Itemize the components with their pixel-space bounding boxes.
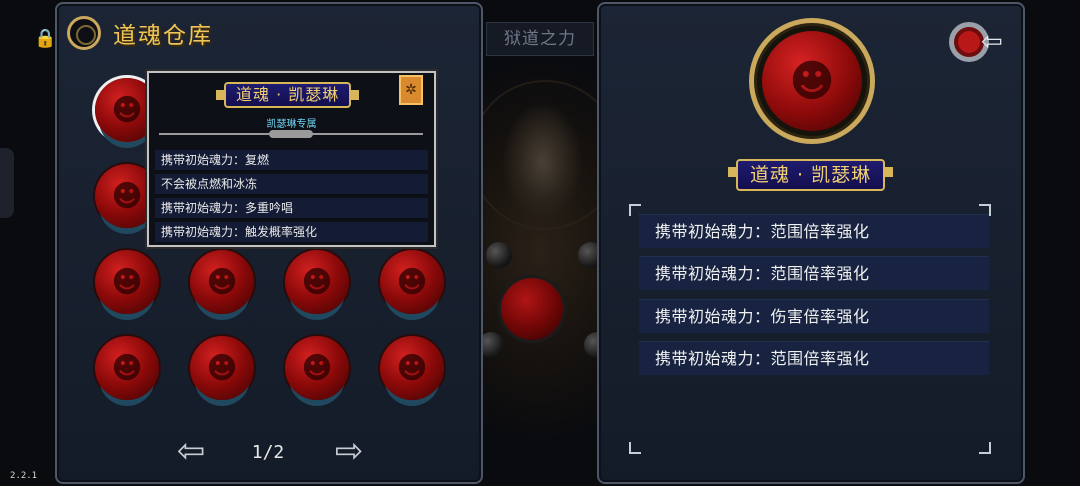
panel-header: 道魂仓库	[67, 16, 213, 50]
character-face-icon: ☻	[206, 264, 238, 300]
tooltip-nameplate: 道魂 · 凯瑟琳	[215, 82, 360, 108]
next-page-arrow-icon[interactable]: ⇨	[321, 434, 377, 468]
ring-emblem-icon	[67, 16, 101, 50]
trait-line: 携带初始魂力：范围倍率强化	[639, 341, 989, 375]
back-arrow-icon: ⇦	[981, 27, 1003, 57]
character-face-icon: ☻	[206, 350, 238, 386]
detail-nameplate: 道魂 · 凯瑟琳	[727, 159, 894, 191]
soul-orb-slot[interactable]: ☻	[95, 250, 159, 314]
background-soul-orb	[498, 275, 566, 343]
trait-line: 携带初始魂力：范围倍率强化	[639, 214, 989, 248]
soul-orb-slot[interactable]: ☻	[285, 336, 349, 400]
trait-line: 携带初始魂力：伤害倍率强化	[639, 299, 989, 333]
selected-soul-orb: ☻	[762, 31, 862, 131]
side-tab[interactable]	[0, 148, 14, 218]
background-ball	[486, 242, 512, 268]
soul-orb-slot[interactable]: ☻	[380, 250, 444, 314]
character-face-icon: ☻	[111, 350, 143, 386]
soul-detail-panel: ☻ ⇦ 道魂 · 凯瑟琳 携带初始魂力：范围倍率强化 携带初始魂力：范围倍率强化…	[597, 2, 1025, 484]
soul-orb-slot[interactable]: ☻	[190, 250, 254, 314]
selected-soul-frame: ☻	[749, 18, 875, 144]
tooltip-line: 不会被点燃和冰冻	[155, 174, 428, 195]
background-title: 狱道之力	[486, 22, 594, 56]
page-indicator: 1/2	[251, 442, 285, 463]
soul-orb-slot[interactable]: ☻	[285, 250, 349, 314]
character-face-icon: ☻	[789, 55, 835, 107]
tooltip-line: 携带初始魂力：多重吟唱	[155, 198, 428, 219]
lock-icon: 🔒	[34, 28, 57, 49]
character-face-icon: ☻	[301, 264, 333, 300]
gear-badge-icon: ✲	[399, 75, 423, 105]
trait-line: 携带初始魂力：范围倍率强化	[639, 256, 989, 290]
close-button[interactable]: ⇦	[949, 16, 1017, 68]
corner-bracket	[979, 442, 991, 454]
soul-tooltip: 道魂 · 凯瑟琳 ✲ 凯瑟琳专属 携带初始魂力：复燃 不会被点燃和冰冻 携带初始…	[147, 71, 436, 247]
version-label: 2.2.1	[10, 471, 38, 481]
prev-page-arrow-icon[interactable]: ⇦	[163, 434, 219, 468]
ornament-divider	[159, 130, 423, 141]
soul-orb-slot[interactable]: ☻	[190, 336, 254, 400]
soul-orb-slot[interactable]: ☻	[380, 336, 444, 400]
character-face-icon: ☻	[111, 264, 143, 300]
background-statue	[495, 95, 590, 245]
character-face-icon: ☻	[301, 350, 333, 386]
panel-title: 道魂仓库	[113, 23, 213, 49]
soul-orb-slot[interactable]: ☻	[95, 336, 159, 400]
character-face-icon: ☻	[111, 92, 143, 128]
character-face-icon: ☻	[396, 350, 428, 386]
character-face-icon: ☻	[111, 178, 143, 214]
exclusive-label: 凯瑟琳专属	[266, 119, 317, 130]
tooltip-line: 携带初始魂力：触发概率强化	[155, 222, 428, 243]
character-face-icon: ☻	[396, 264, 428, 300]
corner-bracket	[629, 442, 641, 454]
tooltip-line: 携带初始魂力：复燃	[155, 150, 428, 171]
